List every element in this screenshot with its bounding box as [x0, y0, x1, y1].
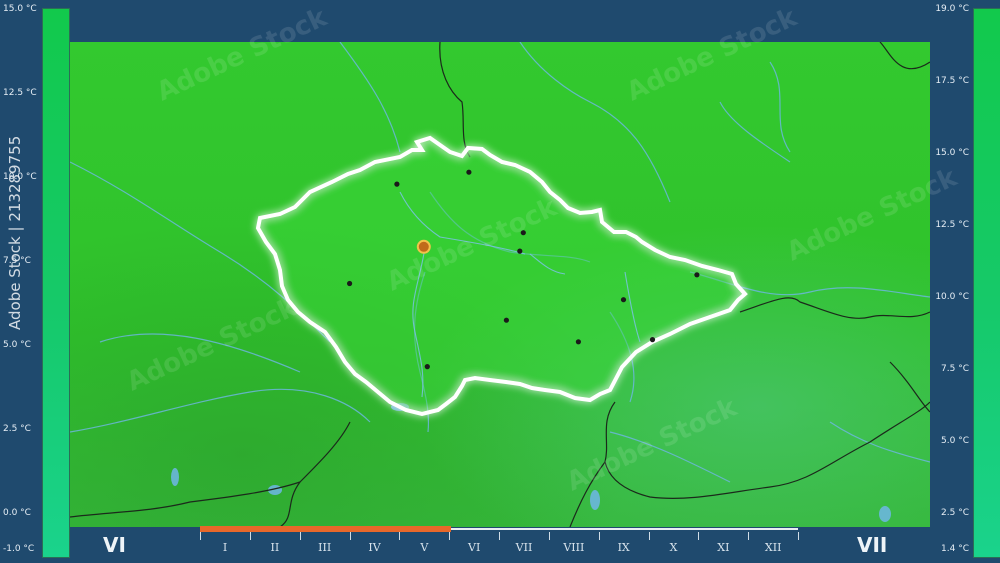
map-svg: [70, 42, 930, 527]
right-legend-tick: 5.0 °C: [941, 436, 969, 446]
country-outline: [255, 135, 748, 417]
right-legend-tick: 2.5 °C: [941, 508, 969, 518]
timeline-tick: [648, 532, 650, 540]
river: [519, 42, 671, 203]
timeline-tick: [399, 532, 401, 540]
city-marker: [347, 280, 353, 287]
city-marker: [517, 248, 523, 254]
timeline-tick: [299, 532, 301, 540]
timeline-tick: [249, 532, 251, 540]
left-legend-tick: 12.5 °C: [3, 88, 37, 98]
right-legend-tick: 10.0 °C: [935, 292, 969, 302]
right-legend-tick: 1.4 °C: [941, 544, 969, 554]
left-legend-tick: 15.0 °C: [3, 4, 37, 14]
border-line: [889, 361, 930, 413]
month-timeline[interactable]: I II III IV V VI VII VIII IX X XI XII: [200, 526, 799, 562]
timeline-tick: [598, 532, 600, 540]
border-line: [279, 421, 351, 527]
border-line: [569, 461, 606, 527]
timeline-month-VII[interactable]: VII: [499, 541, 549, 554]
left-legend-tick: 2.5 °C: [3, 424, 31, 434]
timeline-month-XII[interactable]: XII: [748, 541, 798, 554]
lake: [171, 468, 179, 486]
city-marker: [694, 272, 700, 278]
timeline-month-XI[interactable]: XI: [698, 541, 748, 554]
right-legend-tick: 7.5 °C: [941, 364, 969, 374]
timeline-month-VIII[interactable]: VIII: [549, 541, 599, 554]
border-line: [604, 401, 930, 499]
border-line: [70, 481, 301, 518]
city-marker: [503, 317, 509, 323]
left-legend-bar: [42, 8, 70, 558]
border-line: [739, 297, 930, 319]
left-legend-tick: 0.0 °C: [3, 508, 31, 518]
lake: [879, 506, 891, 522]
river: [339, 42, 401, 153]
timeline-tick: [349, 532, 351, 540]
right-legend-tick: 17.5 °C: [935, 76, 969, 86]
left-legend-tick: -1.0 °C: [3, 544, 35, 554]
watermark-sep: |: [6, 221, 24, 232]
border-line: [439, 42, 471, 158]
city-marker: [620, 297, 627, 303]
lakes: [171, 403, 891, 522]
left-legend-tick: 5.0 °C: [3, 340, 31, 350]
city-marker: [575, 339, 581, 345]
right-legend-tick: 12.5 °C: [935, 220, 969, 230]
timeline-month-V[interactable]: V: [399, 541, 449, 554]
river: [769, 61, 791, 153]
timeline-tick: [200, 532, 201, 540]
city-marker: [394, 181, 400, 187]
timeline-tick: [548, 532, 550, 540]
capital-city-marker: [416, 239, 431, 254]
timeline-month-VI[interactable]: VI: [449, 541, 499, 554]
right-legend-tick: 15.0 °C: [935, 148, 969, 158]
city-marker: [649, 337, 656, 343]
city-marker: [520, 230, 526, 236]
city-marker: [466, 169, 472, 175]
map-view: [70, 42, 930, 527]
river: [70, 388, 371, 433]
city-marker: [424, 364, 430, 370]
timeline-ticks: [200, 532, 799, 540]
timeline-month-II[interactable]: II: [250, 541, 300, 554]
month-label-left: VI: [103, 533, 126, 557]
stock-watermark: Adobe Stock | 213289755: [6, 136, 24, 330]
month-label-right: VII: [857, 533, 888, 557]
right-legend-bar: [973, 8, 1000, 558]
timeline-tick: [798, 532, 799, 540]
timeline-month-I[interactable]: I: [200, 541, 250, 554]
timeline-tick: [748, 532, 750, 540]
watermark-brand: Adobe Stock: [6, 236, 24, 330]
timeline-month-X[interactable]: X: [649, 541, 699, 554]
timeline-tick: [499, 532, 500, 540]
right-legend-tick: 19.0 °C: [935, 4, 969, 14]
timeline-month-IX[interactable]: IX: [599, 541, 649, 554]
river: [609, 431, 731, 483]
lake: [590, 490, 600, 510]
border-line: [879, 42, 930, 70]
timeline-tick: [698, 532, 700, 540]
timeline-tick: [449, 532, 451, 540]
timeline-month-III[interactable]: III: [300, 541, 350, 554]
timeline-month-IV[interactable]: IV: [350, 541, 400, 554]
river: [99, 333, 301, 373]
watermark-id: 213289755: [6, 135, 24, 222]
